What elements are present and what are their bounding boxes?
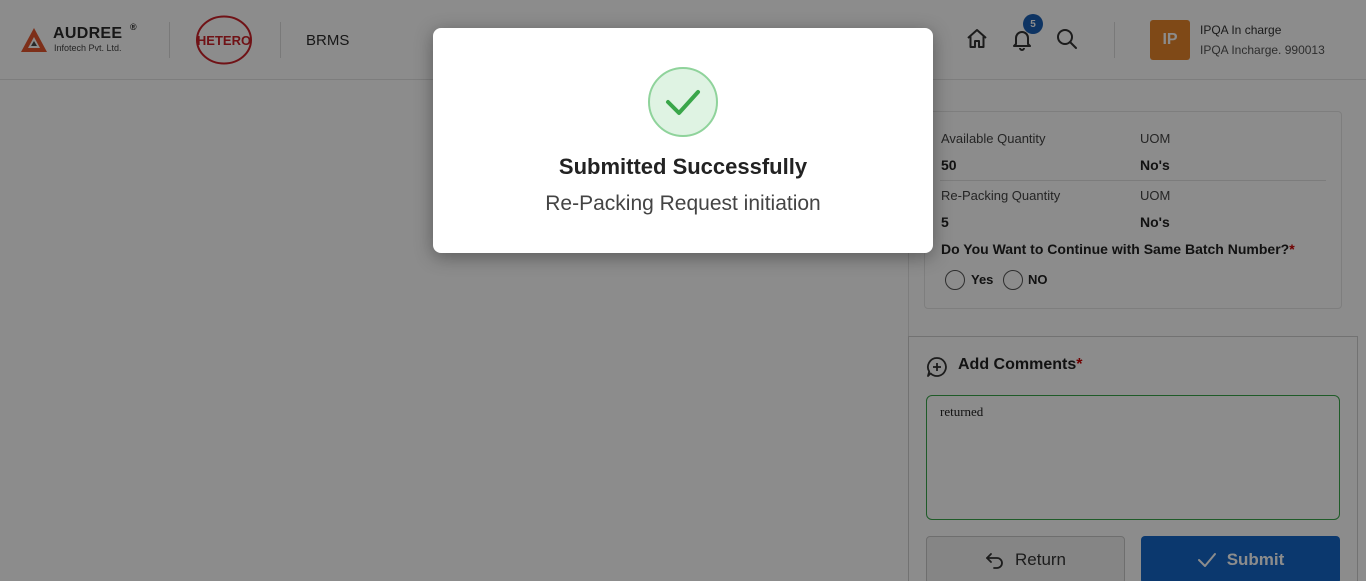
success-check-badge <box>648 67 718 137</box>
success-check-icon <box>666 90 700 115</box>
dialog-title: Submitted Successfully <box>558 154 808 179</box>
dialog-message: Re-Packing Request initiation <box>545 192 821 215</box>
success-dialog: Submitted Successfully Re-Packing Reques… <box>433 28 933 253</box>
